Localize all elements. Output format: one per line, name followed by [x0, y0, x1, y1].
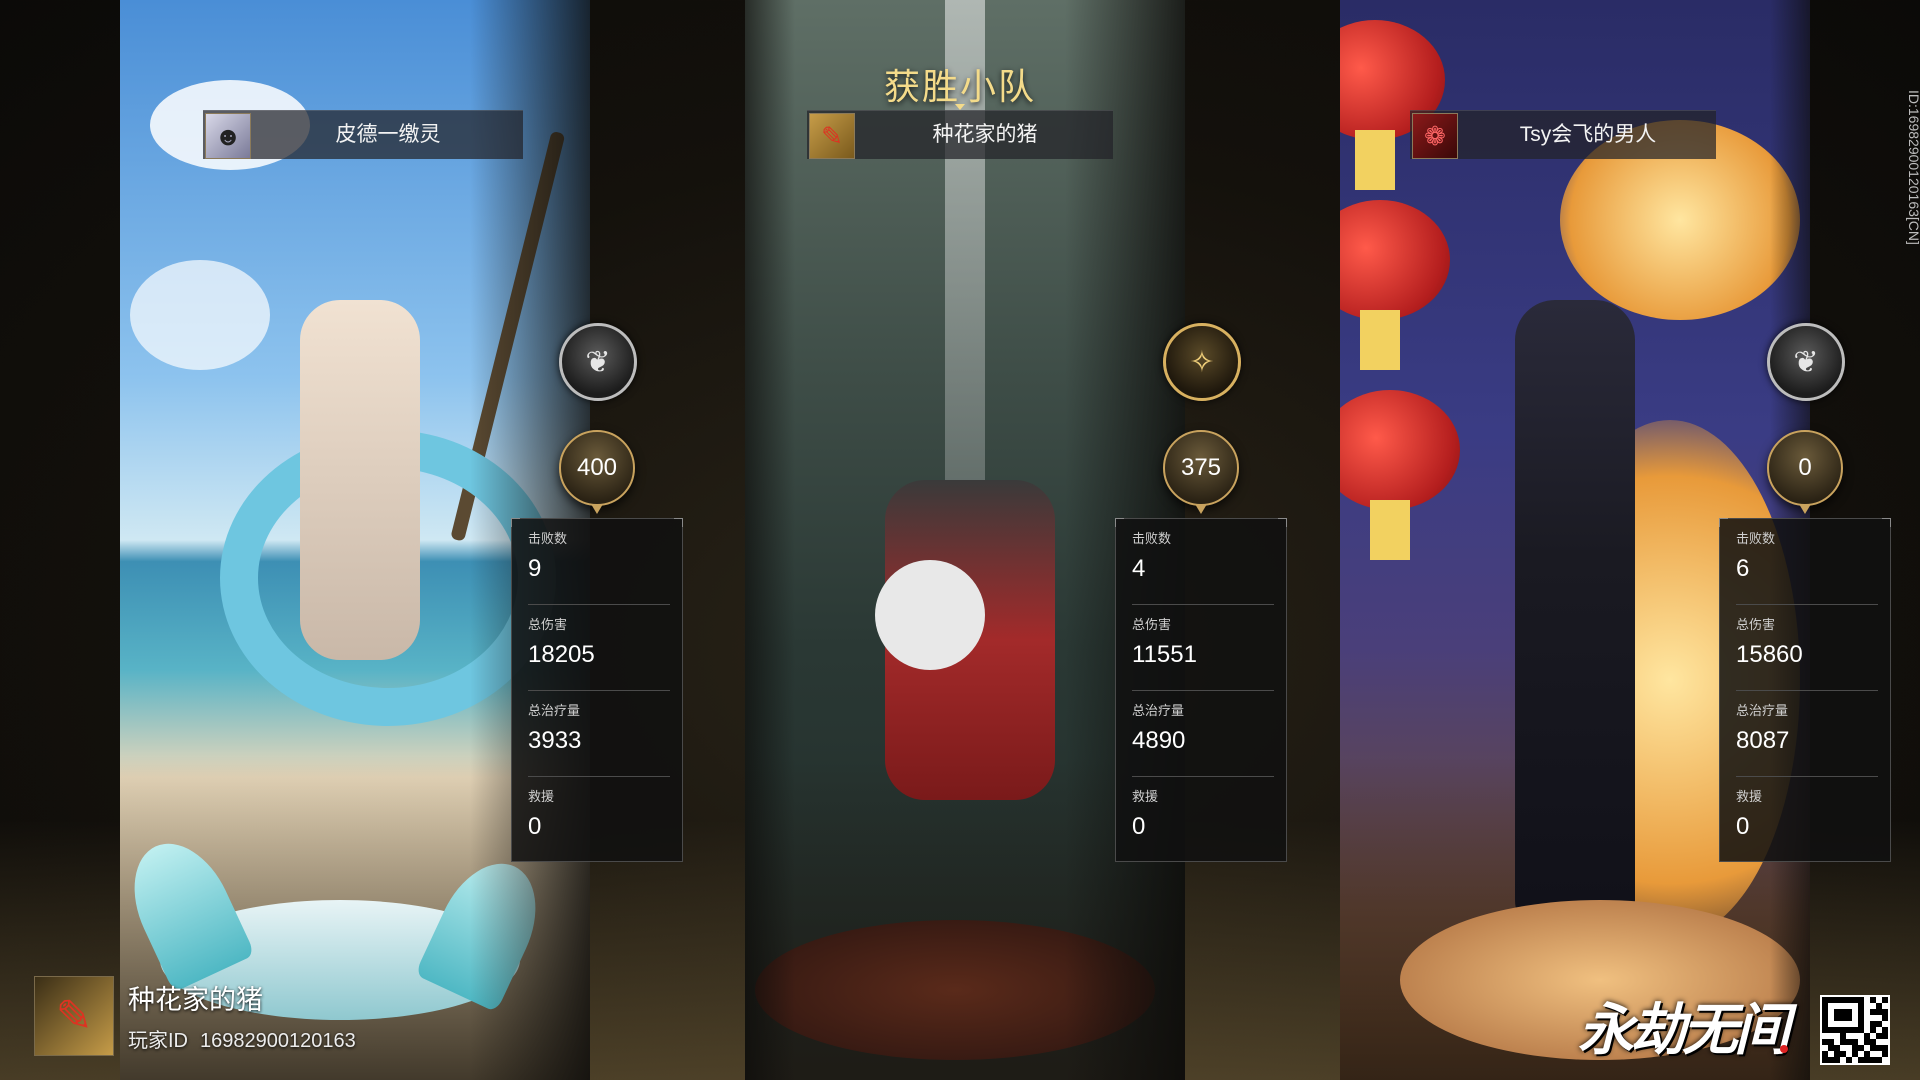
stat-row-damage: 总伤害 18205: [528, 605, 670, 691]
stat-value: 4: [1132, 555, 1146, 582]
mvp-emblem-icon: ✎: [809, 113, 855, 159]
game-logo: 永劫无间: [1578, 997, 1790, 1063]
page-title: 获胜小队: [883, 66, 1036, 107]
player-avatar[interactable]: ✎: [34, 976, 114, 1056]
player-id-label: 玩家ID: [128, 1030, 188, 1052]
logo-seal: [1780, 1045, 1788, 1053]
stat-value: 0: [528, 813, 542, 840]
stat-value: 18205: [528, 641, 595, 668]
stat-label: 救援: [1736, 789, 1763, 804]
stat-label: 总伤害: [1736, 617, 1776, 632]
stat-row-rescue: 救援 0: [1132, 777, 1274, 863]
stats-card-1: 击败数 9 总伤害 18205 总治疗量 3933 救援 0: [511, 518, 683, 862]
card-corner: [1882, 518, 1891, 527]
stat-label: 击败数: [1132, 531, 1172, 546]
player-namebar-3[interactable]: ❁ Tsy会飞的男人: [1410, 110, 1716, 159]
card-corner: [1278, 518, 1287, 527]
stat-label: 救援: [528, 789, 555, 804]
qr-code-icon: [1820, 995, 1890, 1065]
stats-card-3: 击败数 6 总伤害 15860 总治疗量 8087 救援 0: [1719, 518, 1891, 862]
stat-label: 击败数: [1736, 531, 1776, 546]
stat-row-kills: 击败数 9: [528, 519, 670, 605]
stats-card-2: 击败数 4 总伤害 11551 总治疗量 4890 救援 0: [1115, 518, 1287, 862]
character-mask: [875, 560, 985, 670]
stat-value: 11551: [1132, 641, 1197, 668]
lantern-tassel: [1355, 130, 1395, 190]
stat-label: 总伤害: [1132, 617, 1172, 632]
stat-row-kills: 击败数 6: [1736, 519, 1878, 605]
stat-label: 总伤害: [528, 617, 568, 632]
footer-player-name: 种花家的猪: [128, 985, 263, 1015]
qr-cell: [1882, 1057, 1888, 1063]
footer-player-id: 玩家ID 16982900120163: [128, 1024, 356, 1053]
stat-row-healing: 总治疗量 8087: [1736, 691, 1878, 777]
gold-rank-icon[interactable]: ✧: [1163, 323, 1241, 401]
stat-label: 总治疗量: [1736, 703, 1789, 718]
panel-fade: [745, 0, 795, 1080]
score-medal: 0: [1767, 430, 1843, 514]
stat-value: 8087: [1736, 727, 1790, 754]
stat-row-damage: 总伤害 11551: [1132, 605, 1274, 691]
stat-value: 6: [1736, 555, 1750, 582]
stat-row-kills: 击败数 4: [1132, 519, 1274, 605]
silver-rank-icon[interactable]: ❦: [559, 323, 637, 401]
stat-value: 15860: [1736, 641, 1803, 668]
stat-value: 0: [1132, 813, 1146, 840]
player-id-value: 16982900120163: [200, 1030, 356, 1052]
player-name: 种花家的猪: [932, 123, 1038, 146]
portrait-icon: ☻: [205, 113, 251, 159]
stat-value: 0: [1736, 813, 1750, 840]
score-medal: 375: [1163, 430, 1239, 514]
character-model: [300, 300, 420, 660]
lantern-tassel: [1360, 310, 1400, 370]
stat-label: 救援: [1132, 789, 1159, 804]
stat-value: 4890: [1132, 727, 1186, 754]
stat-row-healing: 总治疗量 3933: [528, 691, 670, 777]
card-corner: [1115, 518, 1124, 527]
stat-row-damage: 总伤害 15860: [1736, 605, 1878, 691]
cloud-shape: [130, 260, 270, 370]
stat-value: 9: [528, 555, 542, 582]
stat-value: 3933: [528, 727, 582, 754]
lantern-tassel: [1370, 500, 1410, 560]
card-corner: [674, 518, 683, 527]
silver-rank-icon[interactable]: ❦: [1767, 323, 1845, 401]
lantern-shape: [1340, 200, 1450, 320]
red-crest-icon: ❁: [1412, 113, 1458, 159]
player-namebar-1[interactable]: ☻ 皮德一缴灵: [203, 110, 523, 159]
score-medal: 400: [559, 430, 635, 514]
card-corner: [1719, 518, 1728, 527]
stat-row-healing: 总治疗量 4890: [1132, 691, 1274, 777]
stat-label: 总治疗量: [528, 703, 581, 718]
vertical-id: ID:16982900120163[CN]: [1906, 90, 1920, 245]
player-name: Tsy会飞的男人: [1519, 123, 1657, 146]
player-name: 皮德一缴灵: [335, 123, 441, 146]
player-namebar-2[interactable]: ✎ 种花家的猪: [807, 110, 1113, 159]
stat-label: 总治疗量: [1132, 703, 1185, 718]
card-corner: [511, 518, 520, 527]
stat-label: 击败数: [528, 531, 568, 546]
lantern-shape: [1340, 390, 1460, 510]
character-model: [1515, 300, 1635, 940]
stat-row-rescue: 救援 0: [1736, 777, 1878, 863]
stat-row-rescue: 救援 0: [528, 777, 670, 863]
